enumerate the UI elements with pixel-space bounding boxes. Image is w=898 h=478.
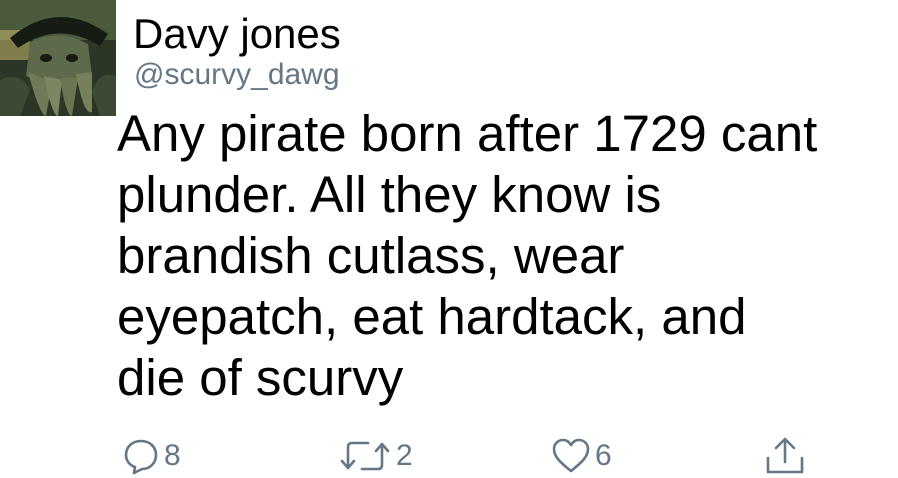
retweet-arrows-icon <box>340 441 390 471</box>
like-button[interactable]: 6 <box>551 434 612 478</box>
reply-button[interactable]: 8 <box>122 434 181 478</box>
speech-bubble-icon <box>124 439 158 475</box>
retweet-button[interactable]: 2 <box>338 434 413 478</box>
tweet-actions: 8 2 6 <box>0 434 898 478</box>
retweet-count: 2 <box>396 439 413 472</box>
tweet-text: Any pirate born after 1729 cant plunder.… <box>117 105 818 406</box>
heart-icon <box>552 438 590 473</box>
avatar[interactable] <box>0 0 116 116</box>
display-name[interactable]: Davy jones <box>133 10 341 58</box>
user-handle[interactable]: @scurvy_dawg <box>134 58 340 92</box>
like-count: 6 <box>595 439 612 472</box>
avatar-image <box>0 0 116 116</box>
share-button[interactable] <box>762 434 808 478</box>
share-upload-icon <box>766 437 804 474</box>
reply-count: 8 <box>164 439 181 472</box>
tweet: Davy jones @scurvy_dawg Any pirate born … <box>0 0 898 478</box>
